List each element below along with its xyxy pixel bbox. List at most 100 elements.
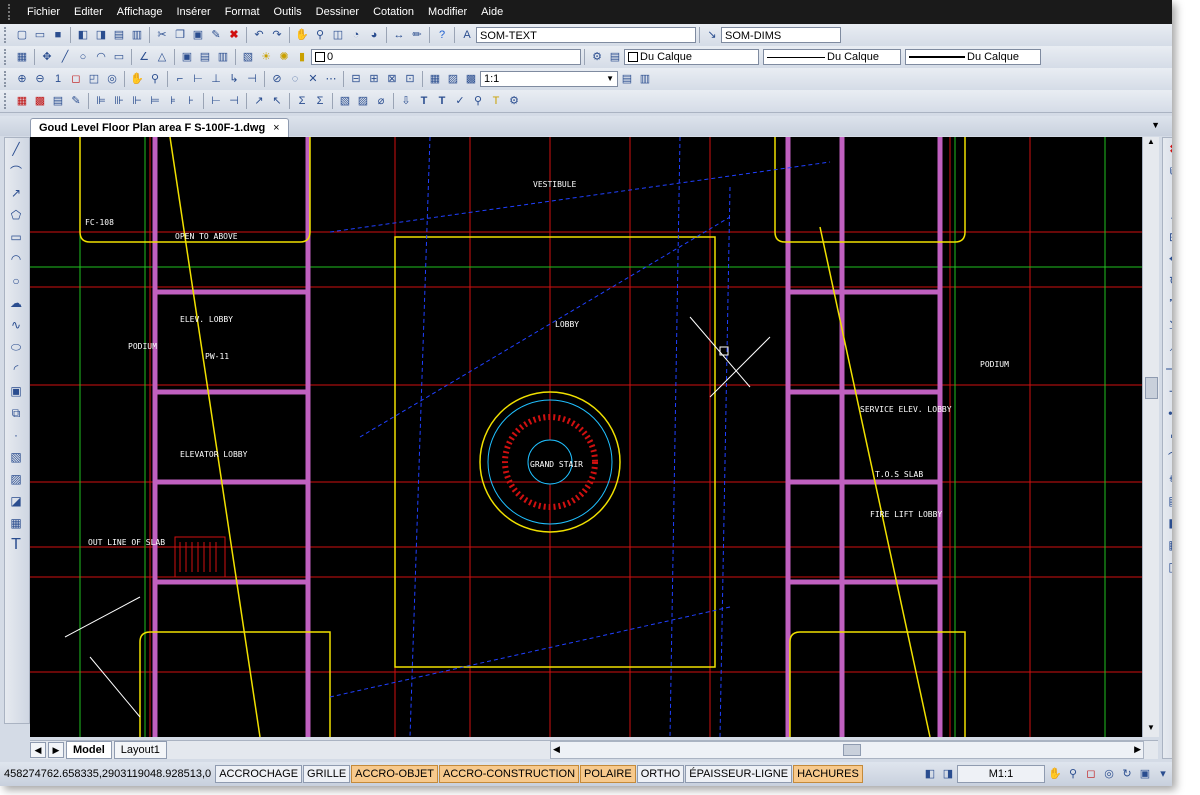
text-icon[interactable]: T: [5, 534, 27, 556]
toggle-epaisseur-ligne[interactable]: ÉPAISSEUR-LIGNE: [685, 765, 793, 783]
snap-nearest-icon[interactable]: ⊣: [244, 71, 260, 87]
lock-icon[interactable]: ▮: [294, 49, 310, 65]
print-preview-icon[interactable]: ◨: [93, 27, 109, 43]
scale-dropdown[interactable]: 1:1 ▼: [480, 71, 618, 87]
properties-icon[interactable]: ⚙: [589, 49, 605, 65]
erase-icon[interactable]: ✖: [1163, 138, 1172, 160]
dim-center-mark-icon[interactable]: ⊦: [183, 93, 199, 109]
menu-format[interactable]: Format: [218, 6, 267, 18]
dim-baseline-icon[interactable]: ⊡: [402, 71, 418, 87]
text-style-icon[interactable]: A: [459, 27, 475, 43]
snap-center-icon[interactable]: ⊘: [269, 71, 285, 87]
annotation-scale[interactable]: M1:1: [957, 765, 1045, 783]
snap-extension-icon[interactable]: ⋯: [323, 71, 339, 87]
table-icon[interactable]: ▦: [5, 512, 27, 534]
lightbulb-icon[interactable]: ☀: [258, 49, 274, 65]
array-icon[interactable]: ⊞: [1163, 226, 1172, 248]
zoom-realtime-icon[interactable]: ⚲: [312, 27, 328, 43]
distance-icon[interactable]: ↔: [391, 27, 407, 43]
menu-modifier[interactable]: Modifier: [421, 6, 474, 18]
zoom-center-icon[interactable]: ◎: [104, 71, 120, 87]
toggle-hachures[interactable]: HACHURES: [793, 765, 863, 783]
publish-icon[interactable]: ▥: [129, 27, 145, 43]
menu-grip[interactable]: [8, 4, 16, 20]
print-icon[interactable]: ▤: [111, 27, 127, 43]
tab-scroll-right-icon[interactable]: ▶: [48, 742, 64, 758]
drawing-canvas[interactable]: VESTIBULE LOBBY GRAND STAIR PODIUM PODIU…: [30, 137, 1158, 737]
menu-dessiner[interactable]: Dessiner: [309, 6, 366, 18]
text-justify-icon[interactable]: ⚙: [506, 93, 522, 109]
horizontal-scrollbar[interactable]: ◀ ▶: [550, 741, 1144, 759]
spellcheck-icon[interactable]: ✓: [452, 93, 468, 109]
insert-icon[interactable]: ⇩: [398, 93, 414, 109]
table-icon[interactable]: ▦: [427, 71, 443, 87]
menu-aide[interactable]: Aide: [474, 6, 510, 18]
pan-icon[interactable]: ✋: [129, 71, 145, 87]
sum-icon[interactable]: Σ: [294, 93, 310, 109]
menu-outils[interactable]: Outils: [267, 6, 309, 18]
dim-style-icon[interactable]: ↘: [704, 27, 720, 43]
zoom-scale-icon[interactable]: 1: [50, 71, 66, 87]
hatch-icon[interactable]: ▧: [337, 93, 353, 109]
spline-icon[interactable]: ∿: [5, 314, 27, 336]
zoom-extents-icon[interactable]: ◕: [366, 27, 382, 43]
rectangle-icon[interactable]: ▭: [5, 226, 27, 248]
layer-manager-icon[interactable]: ▦: [14, 49, 30, 65]
zoom-all-icon[interactable]: ◰: [86, 71, 102, 87]
scroll-up-icon[interactable]: ▲: [1143, 137, 1159, 151]
point-icon[interactable]: ·: [5, 424, 27, 446]
snap-tangent-icon[interactable]: ↳: [226, 71, 242, 87]
tab-model[interactable]: Model: [66, 741, 112, 759]
text-scale-icon[interactable]: T: [488, 93, 504, 109]
lineweight-dropdown[interactable]: Du Calque: [905, 49, 1041, 65]
zoom-status-icon[interactable]: ⚲: [1065, 766, 1081, 782]
tab-layout1[interactable]: Layout1: [113, 741, 167, 759]
cut-icon[interactable]: ✂: [154, 27, 170, 43]
menu-cotation[interactable]: Cotation: [366, 6, 421, 18]
zoom-previous-icon[interactable]: ◔: [348, 27, 364, 43]
delete-icon[interactable]: ✖: [226, 27, 242, 43]
undo-icon[interactable]: ↶: [251, 27, 267, 43]
magnifier-icon[interactable]: ⚲: [147, 71, 163, 87]
attribute-icon[interactable]: ▤: [197, 49, 213, 65]
toolbar-grip[interactable]: [4, 71, 10, 87]
scroll-thumb[interactable]: [1145, 377, 1158, 399]
hscroll-left-icon[interactable]: ◀: [553, 744, 560, 755]
arc-icon[interactable]: ◠: [5, 248, 27, 270]
toolbar-grip[interactable]: [4, 49, 10, 65]
scale-icon[interactable]: ⤡: [1163, 292, 1172, 314]
dim-linear-icon[interactable]: ⊟: [348, 71, 364, 87]
menu-fichier[interactable]: Fichier: [20, 6, 67, 18]
gradient-icon[interactable]: ▨: [5, 468, 27, 490]
arc-icon[interactable]: ◠: [93, 49, 109, 65]
rotate-icon[interactable]: ↻: [1163, 270, 1172, 292]
toggle-accrochage[interactable]: ACCROCHAGE: [215, 765, 303, 783]
ellipse-icon[interactable]: ⬭: [5, 336, 27, 358]
chevron-down-icon[interactable]: ▼: [606, 71, 614, 87]
hscroll-right-icon[interactable]: ▶: [1134, 744, 1141, 755]
refresh-icon[interactable]: ↻: [1119, 766, 1135, 782]
print-style-icon[interactable]: ▤: [607, 49, 623, 65]
mleader-align-icon[interactable]: ↖: [269, 93, 285, 109]
zoom-window-status-icon[interactable]: ◻: [1083, 766, 1099, 782]
paste-icon[interactable]: ▣: [190, 27, 206, 43]
plot-icon[interactable]: ◧: [75, 27, 91, 43]
menu-editer[interactable]: Editer: [67, 6, 110, 18]
mleader-icon[interactable]: ↗: [251, 93, 267, 109]
pan-status-icon[interactable]: ✋: [1047, 766, 1063, 782]
toolbar-grip[interactable]: [4, 93, 10, 109]
properties-icon[interactable]: ▤: [1163, 490, 1172, 512]
ellipse-arc-icon[interactable]: ◜: [5, 358, 27, 380]
dim-edit-icon[interactable]: ⊢: [208, 93, 224, 109]
line-icon[interactable]: ╱: [5, 138, 27, 160]
tab-list-chevron-icon[interactable]: ▼: [1151, 120, 1160, 130]
dim-space-icon[interactable]: ⊪: [111, 93, 127, 109]
toggle-accro-construction[interactable]: ACCRO-CONSTRUCTION: [439, 765, 580, 783]
close-tab-icon[interactable]: ×: [273, 119, 279, 137]
zoom-out-icon[interactable]: ⊖: [32, 71, 48, 87]
circle-icon[interactable]: ○: [75, 49, 91, 65]
toggle-polaire[interactable]: POLAIRE: [580, 765, 636, 783]
new-file-icon[interactable]: ▢: [14, 27, 30, 43]
save-icon[interactable]: ■: [50, 27, 66, 43]
region-icon[interactable]: ◪: [5, 490, 27, 512]
